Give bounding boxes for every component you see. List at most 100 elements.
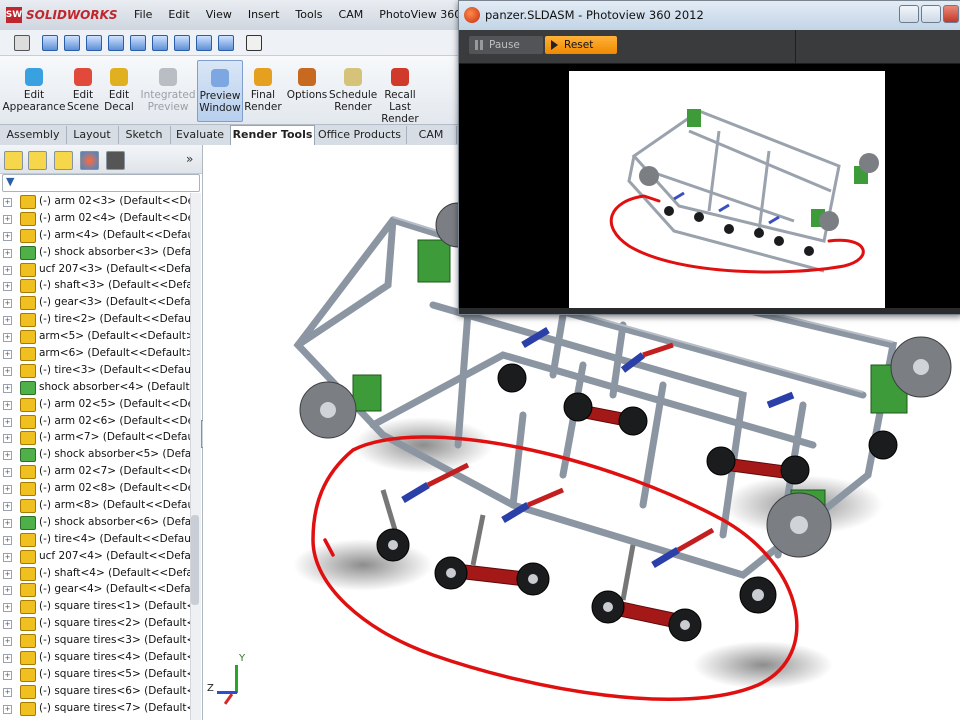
maximize-button[interactable]: [921, 5, 941, 23]
tab-office-products[interactable]: Office Products: [313, 126, 407, 144]
expand-icon[interactable]: +: [3, 299, 12, 309]
tree-item[interactable]: + arm<5> (Default<<Default>_I: [0, 328, 190, 345]
expand-icon[interactable]: +: [3, 670, 12, 680]
menu-item-view[interactable]: View: [198, 8, 240, 21]
edit-appearance-button[interactable]: Edit Appearance: [2, 60, 66, 120]
tree-item[interactable]: + (-) shock absorber<3> (Defaul: [0, 244, 190, 261]
expand-icon[interactable]: +: [3, 552, 12, 562]
menu-item-cam[interactable]: CAM: [331, 8, 372, 21]
expand-icon[interactable]: +: [3, 265, 12, 275]
tree-item[interactable]: + (-) square tires<7> (Default<<: [0, 700, 190, 717]
expand-icon[interactable]: +: [3, 333, 12, 343]
tree-item[interactable]: + (-) arm 02<8> (Default<<Defa: [0, 480, 190, 497]
menu-item-insert[interactable]: Insert: [240, 8, 288, 21]
expand-icon[interactable]: +: [3, 569, 12, 579]
tree-item[interactable]: + (-) square tires<4> (Default<<: [0, 649, 190, 666]
expand-icon[interactable]: +: [3, 468, 12, 478]
configuration-manager-icon[interactable]: [54, 151, 73, 170]
tree-item[interactable]: + (-) arm 02<7> (Default<<Defa: [0, 463, 190, 480]
tree-item[interactable]: + (-) tire<2> (Default<<Default>: [0, 311, 190, 328]
view-back-icon[interactable]: [64, 35, 80, 51]
tree-item[interactable]: + arm<6> (Default<<Default>_I: [0, 345, 190, 362]
tree-item[interactable]: + ucf 207<3> (Default<<Default: [0, 261, 190, 278]
expand-icon[interactable]: +: [3, 535, 12, 545]
minimize-button[interactable]: [899, 5, 919, 23]
menu-item-photoview-360[interactable]: PhotoView 360: [371, 8, 469, 21]
tab-cam[interactable]: CAM: [406, 126, 457, 144]
menu-item-file[interactable]: File: [126, 8, 160, 21]
tree-item[interactable]: + (-) square tires<3> (Default<<: [0, 632, 190, 649]
expand-icon[interactable]: +: [3, 518, 12, 528]
expand-icon[interactable]: +: [3, 485, 12, 495]
tree-item[interactable]: + shock absorber<4> (Default<<I: [0, 379, 190, 396]
filter-box[interactable]: ▼: [2, 174, 200, 192]
property-manager-icon[interactable]: [28, 151, 47, 170]
filter-icon[interactable]: ▼: [6, 175, 14, 188]
tree-item[interactable]: + (-) gear<4> (Default<<Default: [0, 581, 190, 598]
schedule-render-button[interactable]: Schedule Render: [329, 60, 377, 120]
edit-scene-button[interactable]: Edit Scene: [66, 60, 100, 120]
expand-icon[interactable]: +: [3, 687, 12, 697]
expand-icon[interactable]: +: [3, 502, 12, 512]
tab-render-tools[interactable]: Render Tools: [230, 125, 315, 146]
menu-item-edit[interactable]: Edit: [160, 8, 197, 21]
expand-icon[interactable]: +: [3, 316, 12, 326]
tree-item[interactable]: + (-) arm 02<4> (Default<<Defa: [0, 210, 190, 227]
feature-tree-icon[interactable]: [4, 151, 23, 170]
tree-item[interactable]: + (-) tire<4> (Default<<Default>: [0, 531, 190, 548]
tree-item[interactable]: + (-) arm<8> (Default<<Default: [0, 497, 190, 514]
view-left-icon[interactable]: [86, 35, 102, 51]
expand-icon[interactable]: +: [3, 282, 12, 292]
tree-item[interactable]: + ucf 207<4> (Default<<Default: [0, 548, 190, 565]
solidworks-logo[interactable]: SW SOLIDWORKS: [6, 6, 118, 24]
expand-icon[interactable]: +: [3, 383, 12, 393]
render-preview-area[interactable]: [459, 64, 960, 308]
preview-window-button[interactable]: Preview Window: [197, 60, 243, 122]
tab-assembly[interactable]: Assembly: [0, 126, 67, 144]
expand-icon[interactable]: +: [3, 603, 12, 613]
expand-icon[interactable]: +: [3, 350, 12, 360]
expand-icon[interactable]: +: [3, 417, 12, 427]
tab-sketch[interactable]: Sketch: [118, 126, 171, 144]
isometric-icon[interactable]: [174, 35, 190, 51]
recall-last-render-button[interactable]: Recall Last Render: [377, 60, 423, 125]
tab-layout[interactable]: Layout: [66, 126, 119, 144]
expand-icon[interactable]: +: [3, 654, 12, 664]
tree-item[interactable]: + (-) arm 02<5> (Default<<Defa: [0, 396, 190, 413]
view-front-icon[interactable]: [42, 35, 58, 51]
dimetric-icon[interactable]: [218, 35, 234, 51]
expand-icon[interactable]: +: [3, 704, 12, 714]
tree-item[interactable]: + (-) shaft<3> (Default<<Defaul: [0, 277, 190, 294]
tree-item[interactable]: + (-) shaft<4> (Default<<Defaul: [0, 565, 190, 582]
expand-icon[interactable]: +: [3, 366, 12, 376]
view-bottom-icon[interactable]: [152, 35, 168, 51]
expand-chevron-icon[interactable]: »: [186, 152, 193, 166]
tree-item[interactable]: + (-) arm<7> (Default<<Default: [0, 429, 190, 446]
normal-to-icon[interactable]: [246, 35, 262, 51]
tree-scrollbar[interactable]: [190, 193, 201, 720]
tree-item[interactable]: + (-) tire<3> (Default<<Default>: [0, 362, 190, 379]
pause-button[interactable]: Pause: [469, 36, 543, 54]
expand-icon[interactable]: +: [3, 214, 12, 224]
edit-decal-button[interactable]: Edit Decal: [100, 60, 138, 120]
options-button[interactable]: Options: [285, 60, 329, 120]
expand-icon[interactable]: +: [3, 231, 12, 241]
tree-item[interactable]: + (-) gear<3> (Default<<Default: [0, 294, 190, 311]
expand-icon[interactable]: +: [3, 198, 12, 207]
tree-item[interactable]: + (-) arm 02<3> (Default<<Defa: [0, 193, 190, 210]
cam-manager-icon[interactable]: [106, 151, 125, 170]
tree-item[interactable]: + (-) shock absorber<6> (Defaul: [0, 514, 190, 531]
final-render-button[interactable]: Final Render: [241, 60, 285, 120]
expand-icon[interactable]: +: [3, 586, 12, 596]
close-button[interactable]: [943, 5, 959, 23]
tree-scroll-thumb[interactable]: [191, 515, 199, 605]
tree-item[interactable]: + (-) arm<4> (Default<<Default: [0, 227, 190, 244]
anchor-icon[interactable]: [14, 35, 30, 51]
expand-icon[interactable]: +: [3, 451, 12, 461]
view-right-icon[interactable]: [108, 35, 124, 51]
trimetric-icon[interactable]: [196, 35, 212, 51]
tree-item[interactable]: + (-) square tires<6> (Default<<: [0, 683, 190, 700]
tree-item[interactable]: + (-) square tires<5> (Default<<: [0, 666, 190, 683]
expand-icon[interactable]: +: [3, 248, 12, 258]
reset-button[interactable]: Reset: [545, 36, 617, 54]
